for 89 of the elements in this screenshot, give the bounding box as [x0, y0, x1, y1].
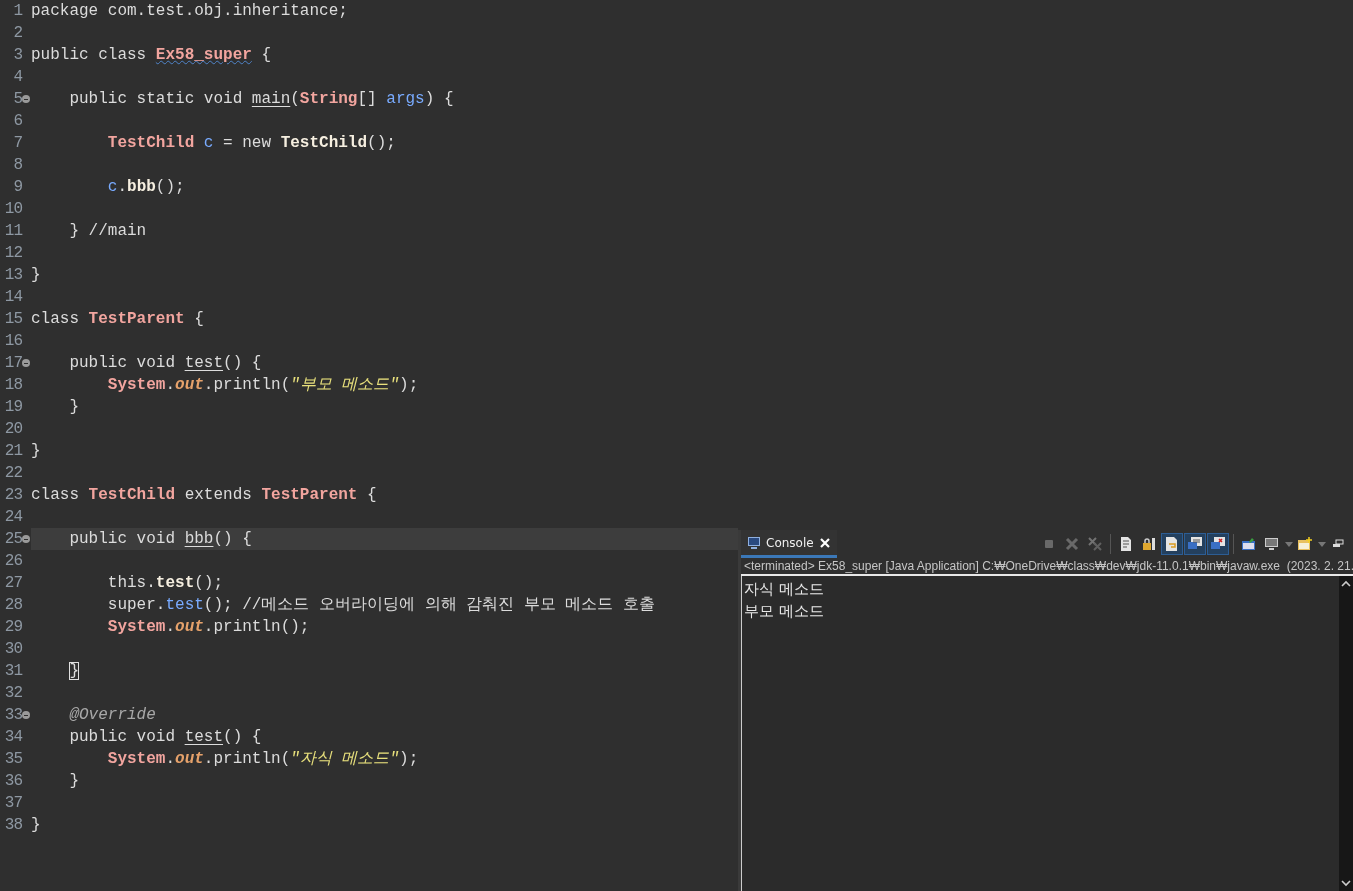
line-number: 18 [3, 375, 22, 396]
code-line: public static void main(String[] args) { [69, 90, 454, 108]
toolbar-button[interactable] [1207, 533, 1229, 555]
line-number: 4 [12, 67, 22, 88]
line-number: 9 [12, 177, 22, 198]
process-info: <terminated> Ex58_super [Java Application] C:₩OneDrive₩class₩dev₩jdk-11.0.1₩bin₩javaw.exe (2023. 2. 21. [741, 558, 1353, 576]
code-line: public void test() { [69, 728, 262, 746]
line-number: 32 [3, 683, 22, 704]
line-number: 29 [3, 617, 22, 638]
scroll-up-icon[interactable] [1341, 580, 1351, 587]
code-line: } [69, 398, 79, 416]
line-number: 19 [3, 397, 22, 418]
code-line: class TestChild extends TestParent { [31, 486, 377, 504]
line-number: 25 [3, 529, 22, 550]
line-number: 16 [3, 331, 22, 352]
code-line: } [31, 442, 41, 460]
document-icon [1118, 536, 1134, 552]
wrap-icon [1164, 536, 1180, 552]
line-number: 38 [3, 815, 22, 836]
code-line: this.test(); [107, 574, 224, 592]
line-number: 31 [3, 661, 22, 682]
collapse-icon[interactable] [22, 95, 30, 103]
line-number: 30 [3, 639, 22, 660]
line-number: 8 [12, 155, 22, 176]
code-line: public void test() { [69, 354, 262, 372]
code-line: } [69, 772, 79, 790]
line-number: 33 [3, 705, 22, 726]
dropdown-icon[interactable] [1284, 541, 1293, 547]
line-number: 35 [3, 749, 22, 770]
lock-icon [1141, 536, 1157, 552]
code-line: } [31, 266, 41, 284]
line-number: 2 [12, 23, 22, 44]
code-line: TestChild c = new TestChild(); [107, 134, 396, 152]
line-number: 24 [3, 507, 22, 528]
line-number: 10 [3, 199, 22, 220]
console-tab[interactable]: Console [741, 530, 837, 558]
collapse-icon[interactable] [22, 359, 30, 367]
line-number: 13 [3, 265, 22, 286]
line-number: 15 [3, 309, 22, 330]
monitor-icon [1264, 536, 1280, 552]
line-number: 12 [3, 243, 22, 264]
line-number: 22 [3, 463, 22, 484]
line-number: 11 [3, 221, 22, 242]
close-icon[interactable] [818, 536, 831, 549]
console-message-icon [1187, 536, 1203, 552]
pin-icon [1241, 536, 1257, 552]
code-line: package com.test.obj.inheritance; [31, 2, 348, 20]
double-close-icon [1087, 536, 1103, 552]
console-error-icon [1210, 536, 1226, 552]
code-line: } //main [69, 222, 147, 240]
code-line: class TestParent { [31, 310, 204, 328]
code-line: c.bbb(); [107, 178, 185, 196]
line-number: 36 [3, 771, 22, 792]
close-icon [1064, 536, 1080, 552]
line-number: 26 [3, 551, 22, 572]
code-line: System.out.println("부모 메소드"); [107, 376, 419, 394]
monitor-icon [747, 535, 761, 550]
code-line: super.test(); //메소드 오버라이딩에 의해 감춰진 부모 메소드 호출 [107, 596, 656, 614]
line-number: 21 [3, 441, 22, 462]
line-number: 3 [12, 45, 22, 66]
toolbar-button[interactable] [1161, 533, 1183, 555]
line-number: 5 [12, 89, 22, 110]
code-line: @Override [69, 706, 156, 724]
code-line: public class Ex58_super { [31, 46, 272, 64]
line-number: 20 [3, 419, 22, 440]
dropdown-icon[interactable] [1317, 541, 1326, 547]
line-number: 34 [3, 727, 22, 748]
line-number: 28 [3, 595, 22, 616]
code-line: } [31, 816, 41, 834]
collapse-icon[interactable] [22, 711, 30, 719]
line-number: 23 [3, 485, 22, 506]
line-number: 37 [3, 793, 22, 814]
console-output-line: 자식 메소드 [744, 579, 825, 600]
code-line: public void bbb() { [69, 530, 252, 548]
line-number: 17 [3, 353, 22, 374]
collapse-icon[interactable] [22, 535, 30, 543]
toolbar-button[interactable] [1184, 533, 1206, 555]
code-line: System.out.println("자식 메소드"); [107, 750, 419, 768]
line-number: 14 [3, 287, 22, 308]
new-window-icon [1297, 536, 1313, 552]
line-number: 7 [12, 133, 22, 154]
code-line: } [69, 662, 79, 680]
console-output-line: 부모 메소드 [744, 601, 825, 622]
line-number: 27 [3, 573, 22, 594]
scrollbar[interactable] [1339, 576, 1353, 891]
scroll-down-icon[interactable] [1341, 880, 1351, 887]
line-number: 6 [12, 111, 22, 132]
code-line: System.out.println(); [107, 618, 310, 636]
line-number: 1 [12, 1, 22, 22]
